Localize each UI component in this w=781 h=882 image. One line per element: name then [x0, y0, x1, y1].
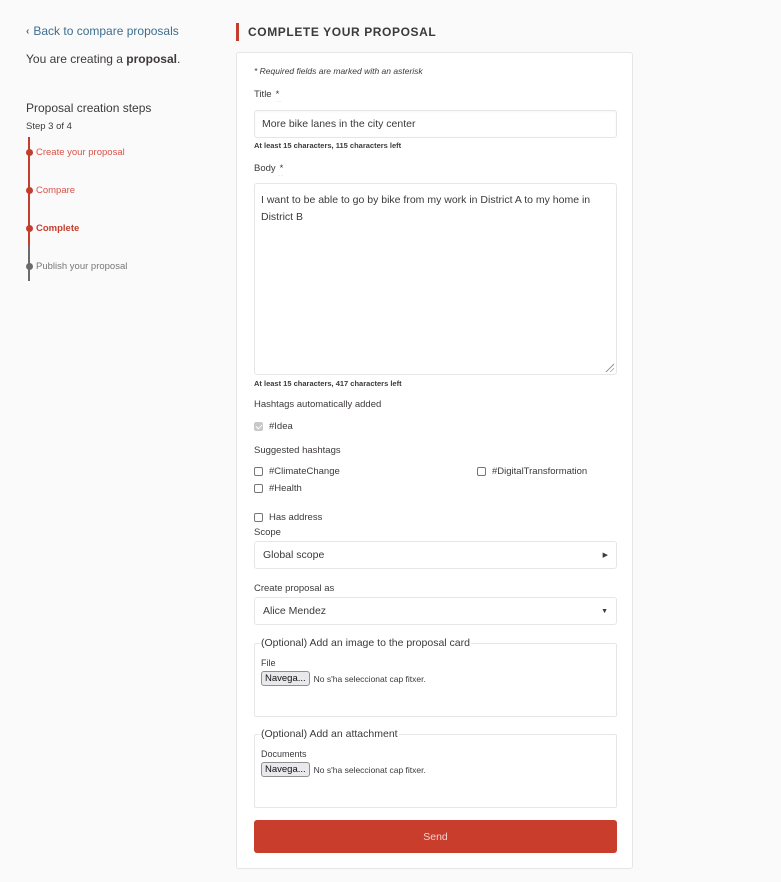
caret-down-icon: ▼	[601, 607, 608, 615]
hashtag-digitaltransformation-checkbox[interactable]: #DigitalTransformation	[477, 466, 587, 477]
label-tick: ··	[278, 173, 284, 179]
checkbox[interactable]	[254, 467, 263, 476]
image-file-label: File	[261, 658, 276, 668]
image-fieldset: (Optional) Add an image to the proposal …	[254, 637, 617, 717]
step-complete: Complete	[25, 223, 80, 234]
back-to-compare-link[interactable]: ‹ Back to compare proposals	[26, 24, 226, 38]
checkbox[interactable]	[477, 467, 486, 476]
auto-hashtags-label: Hashtags automatically added	[254, 399, 382, 410]
hashtag-label: #ClimateChange	[269, 466, 340, 477]
hashtag-climatechange-checkbox[interactable]: #ClimateChange	[254, 466, 340, 477]
proposal-form: * Required fields are marked with an ast…	[236, 52, 633, 869]
hashtag-health-checkbox[interactable]: #Health	[254, 483, 302, 494]
step-dot-icon	[25, 263, 33, 270]
title-label: Title * ··	[254, 89, 617, 105]
auto-hashtag-idea: #Idea	[254, 418, 617, 436]
create-as-label: Create proposal as	[254, 583, 335, 594]
sidebar: ‹ Back to compare proposals You are crea…	[25, 22, 226, 293]
steps-title: Proposal creation steps	[26, 101, 152, 115]
creating-prefix: You are creating a	[26, 52, 127, 66]
suggested-hashtags-label: Suggested hashtags	[254, 445, 341, 456]
attachment-file-label: Documents	[261, 749, 307, 759]
scope-picker[interactable]: Global scope ▶	[254, 541, 617, 569]
step-publish: Publish your proposal	[25, 261, 128, 272]
image-no-file-text: No s'ha seleccionat cap fitxer.	[313, 673, 426, 684]
step-label: Complete	[36, 223, 80, 234]
step-label: Publish your proposal	[36, 261, 128, 272]
creating-suffix: .	[176, 52, 181, 66]
label-tick: ··	[276, 99, 282, 105]
checkbox-checked-disabled	[254, 422, 263, 431]
checkbox[interactable]	[254, 484, 263, 493]
hashtag-climatechange[interactable]: #ClimateChange	[254, 463, 454, 481]
step-compare[interactable]: Compare	[25, 185, 76, 196]
body-help: At least 15 characters, 417 characters l…	[254, 379, 402, 388]
attachment-fieldset-legend: (Optional) Add an attachment	[261, 728, 398, 740]
step-label: Create your proposal	[36, 147, 125, 158]
attachment-fieldset: (Optional) Add an attachment Documents N…	[254, 728, 617, 808]
auto-hashtag-idea-label-wrap: #Idea	[254, 421, 293, 432]
create-as-value: Alice Mendez	[263, 605, 327, 617]
page-title: COMPLETE YOUR PROPOSAL	[236, 23, 436, 41]
hashtag-digitaltransformation[interactable]: #DigitalTransformation	[477, 463, 627, 481]
create-as-select[interactable]: Alice Mendez ▼	[254, 597, 617, 625]
body-label-text: Body	[254, 163, 276, 174]
image-file-input[interactable]: Navega... No s'ha seleccionat cap fitxer…	[261, 671, 610, 686]
body-label: Body * ··	[254, 163, 617, 179]
hashtag-label: #Health	[269, 483, 302, 494]
chevron-left-icon: ‹	[26, 25, 30, 37]
title-input-value: More bike lanes in the city center	[262, 118, 416, 130]
title-label-text: Title	[254, 89, 272, 100]
back-link-label: Back to compare proposals	[33, 24, 179, 38]
step-create[interactable]: Create your proposal	[25, 147, 125, 158]
title-help: At least 15 characters, 115 characters l…	[254, 141, 402, 150]
image-fieldset-legend: (Optional) Add an image to the proposal …	[261, 637, 470, 649]
hashtag-label: #DigitalTransformation	[492, 466, 588, 477]
resize-handle-icon[interactable]	[604, 362, 614, 372]
send-button[interactable]: Send	[254, 820, 617, 853]
steps-count: Step 3 of 4	[26, 121, 72, 132]
has-address-checkbox[interactable]: Has address	[254, 512, 322, 523]
attachment-file-input[interactable]: Navega... No s'ha seleccionat cap fitxer…	[261, 762, 610, 777]
caret-right-icon: ▶	[602, 552, 608, 559]
body-textarea-value: I want to be able to go by bike from my …	[261, 194, 591, 223]
scope-value: Global scope	[263, 549, 325, 561]
title-input[interactable]: More bike lanes in the city center	[254, 110, 617, 138]
has-address[interactable]: Has address	[254, 509, 617, 527]
steps-list: Create your proposal Compare Complete Pu…	[25, 137, 226, 293]
scope-label: Scope	[254, 527, 281, 538]
attachment-no-file-text: No s'ha seleccionat cap fitxer.	[313, 764, 426, 775]
hashtag-health[interactable]: #Health	[254, 480, 454, 498]
image-browse-button[interactable]: Navega...	[261, 671, 310, 686]
step-dot-icon	[25, 225, 33, 232]
step-dot-icon	[25, 149, 33, 156]
creating-bold: proposal	[126, 52, 177, 66]
step-dot-icon	[25, 187, 33, 194]
auto-hashtag-label: #Idea	[269, 421, 293, 432]
body-textarea[interactable]: I want to be able to go by bike from my …	[254, 183, 617, 375]
attachment-browse-button[interactable]: Navega...	[261, 762, 310, 777]
required-note: * Required fields are marked with an ast…	[254, 66, 423, 76]
creating-note: You are creating a proposal.	[26, 52, 226, 66]
checkbox[interactable]	[254, 513, 263, 522]
has-address-label: Has address	[269, 512, 323, 523]
step-label: Compare	[36, 185, 76, 196]
